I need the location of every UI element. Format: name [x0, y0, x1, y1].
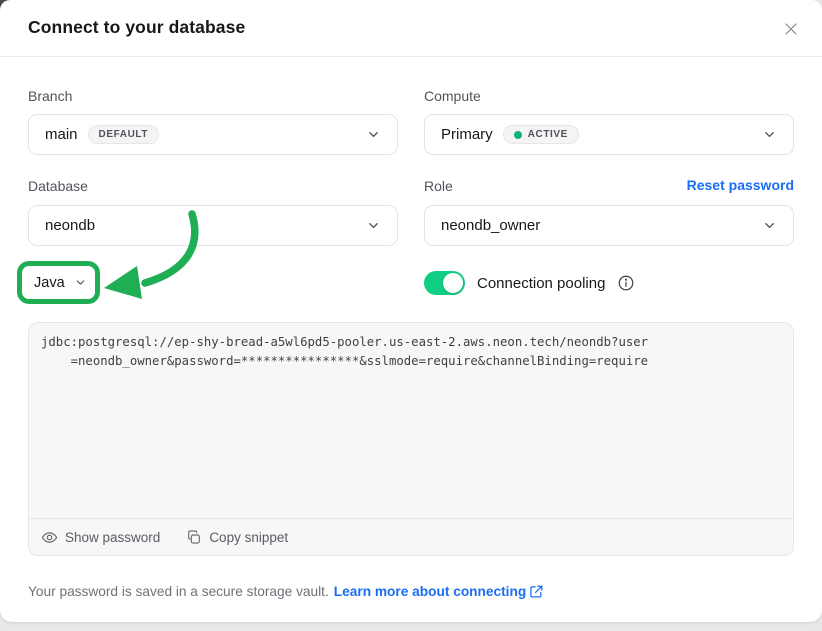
footer-note: Your password is saved in a secure stora… — [28, 584, 544, 599]
show-password-button[interactable]: Show password — [41, 529, 160, 546]
branch-label: Branch — [28, 88, 72, 104]
copy-snippet-button[interactable]: Copy snippet — [186, 529, 288, 545]
language-value: Java — [34, 275, 65, 291]
chevron-down-icon — [762, 218, 777, 233]
connection-pooling-label: Connection pooling — [477, 275, 605, 292]
close-button[interactable] — [780, 18, 802, 40]
chevron-down-icon — [366, 218, 381, 233]
snippet-toolbar: Show password Copy snippet — [29, 518, 793, 555]
external-link-icon — [529, 584, 544, 599]
connect-database-dialog: Connect to your database Branch main DEF… — [0, 0, 822, 622]
copy-icon — [186, 529, 202, 545]
connection-string-code[interactable]: jdbc:postgresql://ep-shy-bread-a5wl6pd5-… — [41, 333, 781, 370]
toggle-knob — [443, 273, 463, 293]
active-dot-icon — [514, 131, 522, 139]
chevron-down-icon — [74, 276, 87, 289]
dialog-title: Connect to your database — [28, 17, 245, 38]
eye-icon — [41, 529, 58, 546]
footer-text: Your password is saved in a secure stora… — [28, 584, 329, 599]
info-icon[interactable] — [617, 274, 635, 292]
connection-string-panel: jdbc:postgresql://ep-shy-bread-a5wl6pd5-… — [28, 322, 794, 556]
branch-select[interactable]: main DEFAULT — [28, 114, 398, 155]
compute-label: Compute — [424, 88, 481, 104]
role-select[interactable]: neondb_owner — [424, 205, 794, 246]
learn-more-link[interactable]: Learn more about connecting — [334, 584, 544, 599]
connection-pooling-toggle[interactable] — [424, 271, 465, 295]
chevron-down-icon — [762, 127, 777, 142]
branch-value: main — [45, 126, 78, 143]
database-value: neondb — [45, 217, 95, 234]
language-select[interactable]: Java — [24, 267, 92, 298]
dialog-header: Connect to your database — [0, 0, 822, 57]
compute-select[interactable]: Primary ACTIVE — [424, 114, 794, 155]
chevron-down-icon — [366, 127, 381, 142]
database-label: Database — [28, 178, 88, 194]
active-badge: ACTIVE — [503, 125, 579, 144]
role-label: Role — [424, 178, 453, 194]
close-icon — [781, 19, 801, 39]
compute-value: Primary — [441, 126, 493, 143]
default-badge: DEFAULT — [88, 125, 160, 144]
database-select[interactable]: neondb — [28, 205, 398, 246]
role-value: neondb_owner — [441, 217, 540, 234]
reset-password-link[interactable]: Reset password — [687, 177, 794, 193]
connection-pooling-row: Connection pooling — [424, 271, 635, 295]
